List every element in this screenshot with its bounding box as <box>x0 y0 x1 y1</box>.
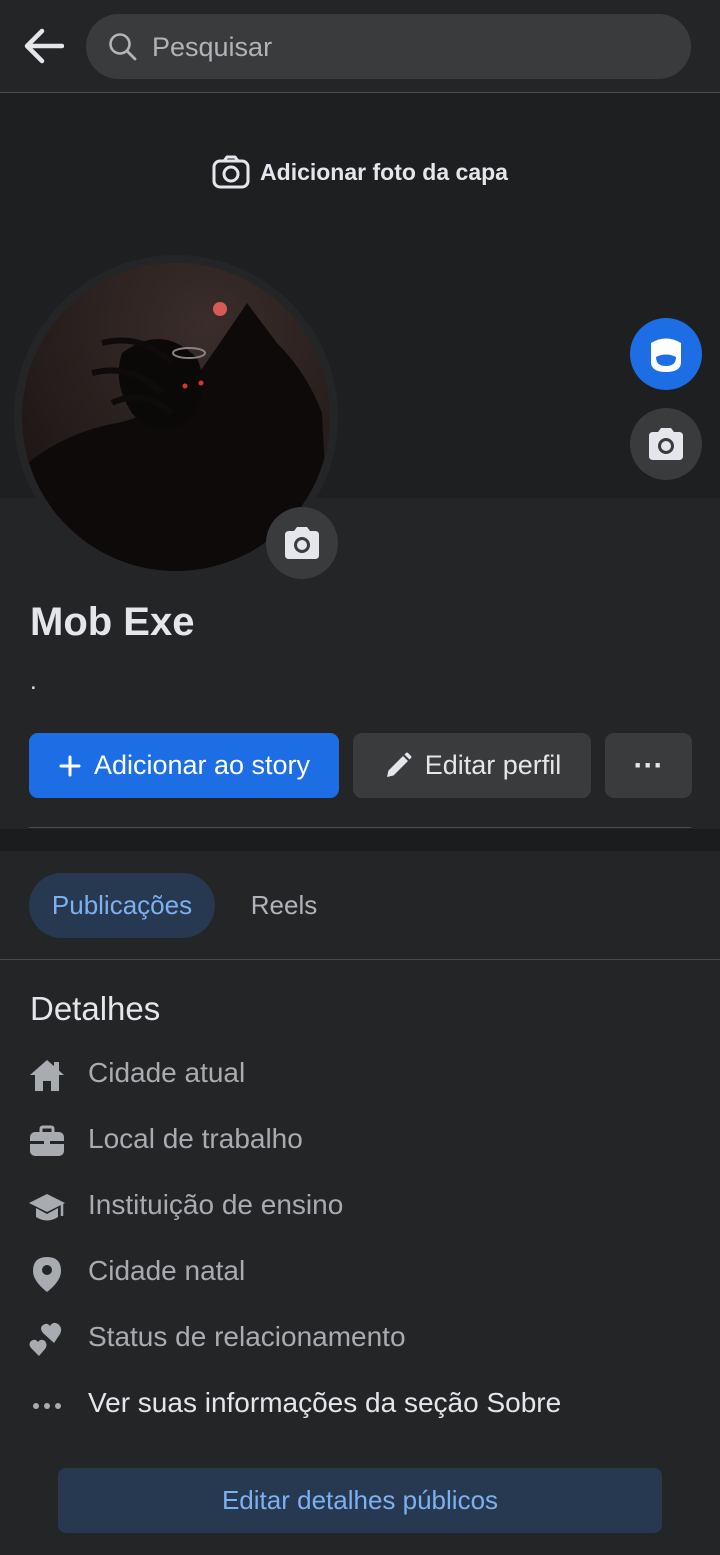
edit-public-details-label: Editar detalhes públicos <box>221 1485 499 1515</box>
tab-label: Publicações <box>51 890 193 920</box>
add-to-story-button[interactable]: Adicionar ao story <box>29 733 339 798</box>
graduation-cap-icon <box>29 1194 65 1221</box>
detail-relationship[interactable]: Status de relacionamento <box>28 1317 688 1363</box>
tab-label: Reels <box>250 890 318 920</box>
tab-reels[interactable]: Reels <box>228 873 340 938</box>
arrow-left-icon <box>24 28 65 64</box>
avatar-creator-button[interactable] <box>630 318 702 390</box>
edit-public-details-button[interactable]: Editar detalhes públicos <box>58 1468 662 1533</box>
more-options-button[interactable]: ··· <box>605 733 692 798</box>
detail-label: Local de trabalho <box>88 1123 303 1154</box>
add-to-story-label: Adicionar ao story <box>93 750 311 780</box>
add-cover-label: Adicionar foto da capa <box>260 159 508 186</box>
camera-icon <box>285 527 319 559</box>
briefcase-icon <box>30 1125 64 1156</box>
more-dots-icon <box>33 1403 61 1409</box>
more-options-label: ··· <box>633 748 664 782</box>
detail-label: Instituição de ensino <box>88 1189 344 1220</box>
detail-label: Cidade natal <box>88 1255 246 1286</box>
detail-current-city[interactable]: Cidade atual <box>28 1053 688 1099</box>
plus-icon <box>59 755 81 776</box>
camera-icon <box>212 155 250 189</box>
home-icon <box>30 1060 64 1091</box>
pencil-icon <box>386 752 412 777</box>
details-title: Detalhes <box>30 990 161 1027</box>
detail-workplace[interactable]: Local de trabalho <box>28 1119 688 1165</box>
profile-picture-camera-button[interactable] <box>266 507 338 579</box>
location-pin-icon <box>33 1257 61 1292</box>
detail-label: Ver suas informações da seção Sobre <box>88 1387 562 1418</box>
detail-label: Cidade atual <box>88 1057 246 1088</box>
detail-label: Status de relacionamento <box>88 1321 406 1352</box>
search-input[interactable] <box>150 26 674 68</box>
profile-name: Mob Exe <box>30 600 195 644</box>
section-separator <box>0 829 720 851</box>
edit-profile-label: Editar perfil <box>424 750 562 780</box>
divider <box>29 827 691 828</box>
back-button[interactable] <box>22 26 65 66</box>
hearts-icon <box>29 1322 62 1356</box>
search-bar[interactable] <box>86 14 691 79</box>
profile-bio: . <box>30 668 37 695</box>
divider <box>0 959 720 960</box>
see-about-info[interactable]: Ver suas informações da seção Sobre <box>28 1383 688 1429</box>
add-cover-photo-button[interactable]: Adicionar foto da capa <box>0 155 720 191</box>
cover-camera-button[interactable] <box>630 408 702 480</box>
tab-publicacoes[interactable]: Publicações <box>29 873 215 938</box>
search-icon <box>109 33 137 61</box>
detail-hometown[interactable]: Cidade natal <box>28 1251 688 1297</box>
detail-education[interactable]: Instituição de ensino <box>28 1185 688 1231</box>
camera-icon <box>649 428 683 460</box>
edit-profile-button[interactable]: Editar perfil <box>353 733 591 798</box>
top-bar <box>0 0 720 93</box>
avatar-icon <box>651 338 681 372</box>
